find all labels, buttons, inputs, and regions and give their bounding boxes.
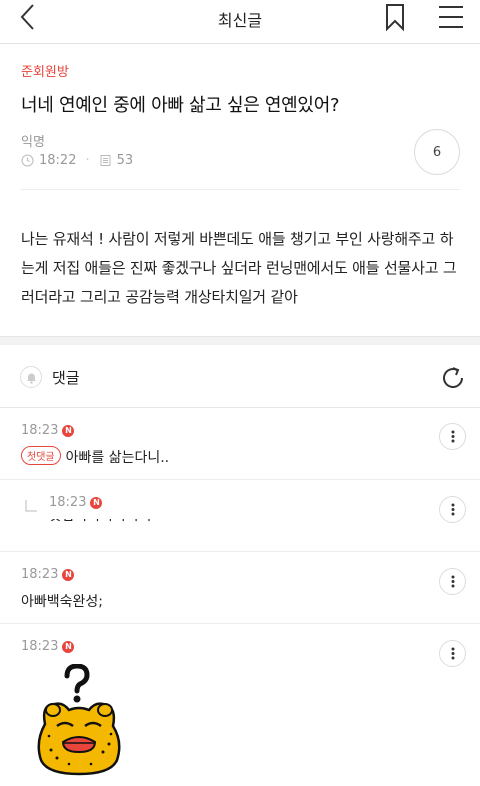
refresh-icon[interactable] <box>440 365 466 391</box>
comment-meta: 18:23 N <box>21 639 75 654</box>
post-views: 53 <box>116 153 134 168</box>
board-name-link[interactable]: 준회원방 <box>21 61 69 80</box>
reply-indicator-icon <box>25 500 37 512</box>
comment-text-row: 첫댓글 아빠를 삶는다니.. <box>21 446 169 467</box>
meta-separator: · <box>85 153 90 168</box>
section-separator <box>0 336 480 345</box>
comment-meta: 18:23 N <box>49 495 103 510</box>
post-divider <box>21 189 460 190</box>
new-badge: N <box>62 640 75 653</box>
comment-time: 18:23 <box>21 567 59 582</box>
top-bar: 최신글 <box>0 0 480 34</box>
comment-text-content: ㅅㅂㅋㅋㅋㅋㅋㅋ <box>49 519 153 527</box>
comment-more-button[interactable] <box>439 423 466 450</box>
header-divider <box>0 43 480 44</box>
comment-meta: 18:23 N <box>21 423 75 438</box>
like-count-button[interactable]: 6 <box>414 129 460 175</box>
comment-time: 18:23 <box>49 495 87 510</box>
comment-text: 아빠백숙완성; <box>21 594 103 610</box>
comment-more-button[interactable] <box>439 640 466 667</box>
bell-icon <box>26 373 36 384</box>
page-title: 최신글 <box>217 11 263 30</box>
comments-label: 댓글 <box>52 369 80 387</box>
comment-time: 18:23 <box>21 639 59 654</box>
comment-more-button[interactable] <box>439 496 466 523</box>
comments-header: 댓글 <box>0 345 480 407</box>
more-vertical-icon <box>451 575 454 588</box>
comment-time: 18:23 <box>21 423 59 438</box>
more-vertical-icon <box>451 647 454 660</box>
comment-meta: 18:23 N <box>21 567 75 582</box>
new-badge: N <box>62 568 75 581</box>
notification-bell-button[interactable] <box>20 366 42 388</box>
post-time: 18:22 <box>39 153 77 168</box>
post-title: 너네 연예인 중에 아빠 삶고 싶은 연옌있어? <box>21 95 340 116</box>
post-meta: 18:22 · 53 <box>21 153 133 168</box>
new-badge: N <box>90 496 103 509</box>
post-author: 익명 <box>21 135 45 150</box>
comment-text: ㅅㅂㅋㅋㅋㅋㅋㅋ <box>49 519 152 531</box>
comments-header-divider <box>0 407 480 408</box>
post-body: 나는 유재석 ! 사람이 저렇게 바쁜데도 애들 챙기고 부인 사랑해주고 하는… <box>21 230 457 306</box>
more-vertical-icon <box>451 503 454 516</box>
new-badge: N <box>62 424 75 437</box>
comment-text: 아빠를 삶는다니.. <box>65 450 170 466</box>
like-count: 6 <box>432 144 442 160</box>
hamburger-menu-icon[interactable] <box>438 4 464 30</box>
bookmark-icon[interactable] <box>382 2 408 32</box>
confused-character-sticker <box>37 664 121 776</box>
comment-divider <box>0 551 480 552</box>
comment-divider <box>0 623 480 624</box>
more-vertical-icon <box>451 430 454 443</box>
comment-more-button[interactable] <box>439 568 466 595</box>
comment-divider <box>0 479 480 480</box>
views-icon <box>100 155 111 166</box>
first-comment-badge: 첫댓글 <box>21 446 61 465</box>
clock-icon <box>21 154 34 167</box>
